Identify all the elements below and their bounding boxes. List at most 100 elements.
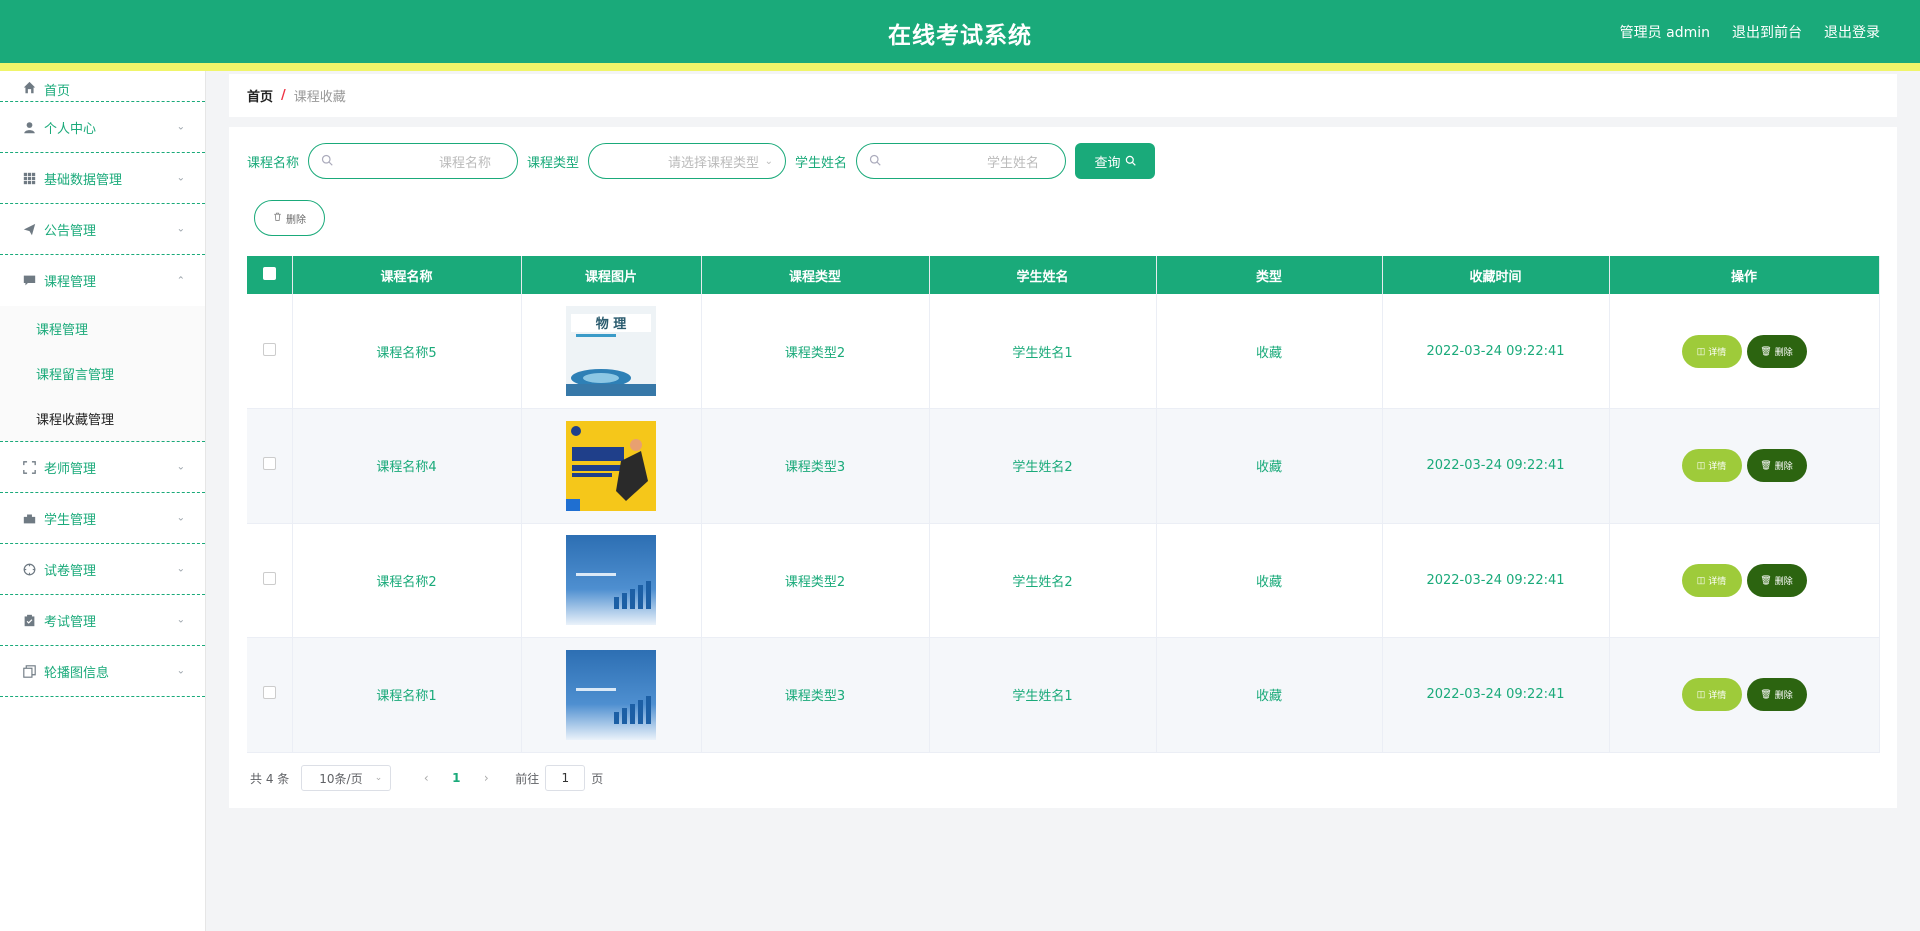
sidebar-subitem-course-favorites[interactable]: 课程收藏管理 — [0, 396, 205, 441]
student-name-input[interactable]: 学生姓名 — [856, 143, 1067, 179]
main-content: 课程名称 课程名称 课程类型 请选择课程类型 ⌄ 学生姓名 学生姓名 查询 删除… — [229, 127, 1897, 808]
sidebar-item-home[interactable]: 首页 — [0, 71, 205, 102]
delete-button[interactable]: 🗑 删除 — [1746, 563, 1807, 597]
prev-page-button[interactable]: ‹ — [411, 771, 441, 785]
user-icon — [22, 120, 36, 134]
detail-button[interactable]: ◫ 详情 — [1681, 334, 1742, 368]
query-button[interactable]: 查询 — [1075, 143, 1156, 179]
course-image-cell — [521, 637, 702, 753]
page-number[interactable]: 1 — [441, 771, 471, 785]
document-icon: ◫ — [1696, 574, 1706, 585]
sidebar-item-label: 首页 — [44, 84, 71, 99]
student-name-cell: 学生姓名1 — [929, 637, 1157, 753]
batch-delete-button[interactable]: 删除 — [254, 200, 325, 236]
table-row: 课程名称1 课程类型3 学生姓名1 收藏 2022-03-24 09:22:41… — [247, 637, 1880, 753]
course-image — [566, 649, 656, 740]
breadcrumb-home[interactable]: 首页 — [247, 86, 273, 105]
chevron-down-icon: ⌄ — [374, 773, 383, 783]
sidebar-item-basic-data[interactable]: 基础数据管理 ⌄ — [0, 153, 205, 204]
pagination: 共 4 条 10条/页 ⌄ ‹ 1 › 前往 1 页 — [250, 765, 603, 791]
chevron-down-icon: ⌄ — [176, 665, 185, 677]
sidebar-item-announcements[interactable]: 公告管理 ⌄ — [0, 204, 205, 255]
document-icon: ◫ — [1696, 345, 1706, 356]
detail-label: 详情 — [1708, 690, 1727, 701]
sidebar-subitem-course-comments[interactable]: 课程留言管理 — [0, 351, 205, 396]
actions-cell: ◫ 详情 🗑 删除 — [1609, 408, 1880, 524]
course-name-placeholder: 课程名称 — [439, 155, 492, 171]
suitcase-icon — [22, 511, 36, 525]
delete-label: 删除 — [1774, 346, 1793, 357]
trash-icon: 🗑 — [1760, 689, 1772, 700]
sidebar-subitem-course[interactable]: 课程管理 — [0, 306, 205, 351]
actions-cell: ◫ 详情 🗑 删除 — [1609, 294, 1880, 409]
row-checkbox[interactable] — [262, 457, 276, 471]
page-size-select[interactable]: 10条/页 ⌄ — [301, 765, 392, 791]
course-type-cell: 课程类型3 — [701, 408, 930, 524]
chevron-down-icon: ⌄ — [176, 172, 185, 184]
sidebar-item-label: 试卷管理 — [44, 563, 97, 579]
actions-cell: ◫ 详情 🗑 删除 — [1609, 637, 1880, 753]
sidebar: 首页 个人中心 ⌄ 基础数据管理 ⌄ 公告管理 ⌄ 课程管理 ⌃ 课程管理 课程… — [0, 71, 206, 931]
type-cell: 收藏 — [1156, 523, 1383, 638]
detail-button[interactable]: ◫ 详情 — [1681, 449, 1742, 483]
trash-icon — [273, 212, 282, 224]
actions-cell: ◫ 详情 🗑 删除 — [1609, 523, 1880, 638]
header-accent-strip — [0, 63, 1920, 71]
delete-button[interactable]: 🗑 删除 — [1746, 334, 1807, 368]
time-cell: 2022-03-24 09:22:41 — [1382, 637, 1610, 753]
query-button-label: 查询 — [1094, 154, 1121, 170]
clipboard-icon — [22, 613, 36, 627]
search-icon — [869, 154, 881, 169]
course-submenu: 课程管理 课程留言管理 课程收藏管理 — [0, 306, 205, 442]
detail-button[interactable]: ◫ 详情 — [1681, 678, 1742, 712]
sidebar-item-course-management[interactable]: 课程管理 ⌃ — [0, 255, 205, 306]
select-all-header — [247, 256, 293, 294]
next-page-button[interactable]: › — [471, 771, 501, 785]
row-checkbox[interactable] — [262, 686, 276, 700]
aim-icon — [22, 562, 36, 576]
column-header: 操作 — [1609, 256, 1880, 294]
trash-icon: 🗑 — [1760, 460, 1772, 471]
sidebar-item-label: 公告管理 — [44, 223, 97, 239]
course-name-input[interactable]: 课程名称 — [308, 143, 519, 179]
sidebar-item-personal-center[interactable]: 个人中心 ⌄ — [0, 102, 205, 153]
total-count: 共 4 条 — [250, 771, 290, 786]
sidebar-item-label: 老师管理 — [44, 461, 97, 477]
sidebar-item-carousel[interactable]: 轮播图信息 ⌄ — [0, 646, 205, 697]
course-type-cell: 课程类型3 — [701, 637, 930, 753]
copy-icon — [22, 664, 36, 678]
student-name-cell: 学生姓名1 — [929, 294, 1157, 409]
course-image: 物 理 — [566, 306, 656, 396]
sidebar-item-papers[interactable]: 试卷管理 ⌄ — [0, 544, 205, 595]
sidebar-item-label: 基础数据管理 — [44, 172, 123, 188]
breadcrumb: 首页 / 课程收藏 — [229, 74, 1897, 117]
chevron-down-icon: ⌄ — [176, 121, 185, 133]
course-name-cell: 课程名称5 — [292, 294, 522, 409]
detail-button[interactable]: ◫ 详情 — [1681, 563, 1742, 597]
batch-delete-label: 删除 — [286, 214, 306, 226]
row-checkbox[interactable] — [262, 342, 276, 356]
delete-button[interactable]: 🗑 删除 — [1746, 449, 1807, 483]
select-all-checkbox[interactable] — [262, 266, 276, 280]
logout-link[interactable]: 退出登录 — [1824, 22, 1880, 42]
column-header: 课程图片 — [521, 256, 702, 294]
sidebar-item-exams[interactable]: 考试管理 ⌄ — [0, 595, 205, 646]
row-checkbox[interactable] — [262, 571, 276, 585]
search-icon — [1125, 154, 1136, 169]
time-cell: 2022-03-24 09:22:41 — [1382, 408, 1610, 524]
chevron-down-icon: ⌄ — [176, 461, 185, 473]
sidebar-item-students[interactable]: 学生管理 ⌄ — [0, 493, 205, 544]
document-icon: ◫ — [1696, 460, 1706, 471]
exit-to-front-link[interactable]: 退出到前台 — [1732, 22, 1802, 42]
course-type-select[interactable]: 请选择课程类型 ⌄ — [588, 143, 787, 179]
send-icon — [22, 222, 36, 236]
delete-label: 删除 — [1774, 461, 1793, 472]
sidebar-item-teachers[interactable]: 老师管理 ⌄ — [0, 442, 205, 493]
course-type-cell: 课程类型2 — [701, 523, 930, 638]
sidebar-item-label: 考试管理 — [44, 614, 97, 630]
goto-page-input[interactable]: 1 — [545, 765, 586, 791]
column-header: 学生姓名 — [929, 256, 1157, 294]
student-name-cell: 学生姓名2 — [929, 408, 1157, 524]
course-name-cell: 课程名称1 — [292, 637, 522, 753]
delete-button[interactable]: 🗑 删除 — [1746, 678, 1807, 712]
